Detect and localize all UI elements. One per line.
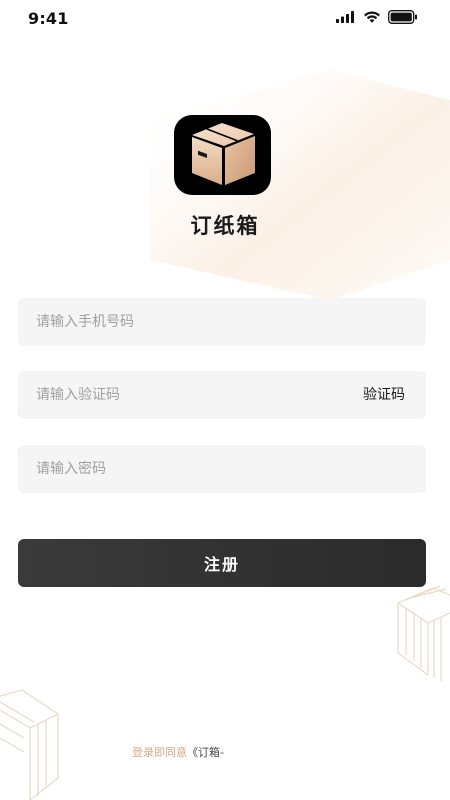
signal-icon bbox=[336, 11, 354, 23]
status-bar: 9:41 bbox=[0, 0, 450, 40]
get-code-button[interactable]: 验证码 bbox=[363, 371, 405, 419]
register-button[interactable]: 注册 bbox=[18, 539, 426, 587]
status-icons bbox=[336, 10, 418, 30]
agreement-text: 登录即同意《订箱- bbox=[132, 744, 224, 760]
app-name: 订纸箱 bbox=[190, 214, 260, 238]
decorative-box-pattern-left bbox=[0, 689, 59, 800]
phone-field[interactable] bbox=[18, 298, 426, 346]
status-time: 9:41 bbox=[28, 9, 69, 28]
code-field[interactable]: 验证码 bbox=[18, 371, 426, 419]
wifi-icon bbox=[364, 11, 380, 23]
phone-input[interactable] bbox=[36, 298, 336, 346]
password-field[interactable] bbox=[18, 445, 426, 493]
box-icon bbox=[192, 123, 255, 185]
decorative-box-pattern-right bbox=[397, 585, 450, 681]
agreement-prefix: 登录即同意 bbox=[132, 746, 187, 759]
password-input[interactable] bbox=[36, 445, 336, 493]
verification-code-input[interactable] bbox=[36, 371, 336, 419]
app-logo bbox=[174, 115, 271, 195]
agreement-link[interactable]: 《订箱- bbox=[187, 746, 224, 759]
battery-icon bbox=[388, 10, 417, 24]
